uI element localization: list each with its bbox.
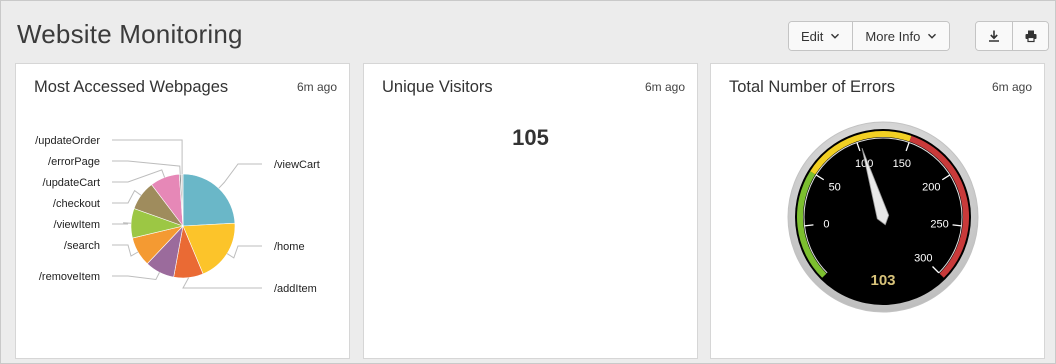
more-info-button[interactable]: More Info <box>852 22 950 50</box>
gauge-tick-label: 50 <box>829 182 841 194</box>
single-value: 105 <box>512 125 549 150</box>
panel-title: Most Accessed Webpages <box>34 78 229 96</box>
panel-timestamp: 6m ago <box>644 80 685 94</box>
pie-chart: /viewCart/home/addItem/removeItem/search… <box>35 135 320 295</box>
panel-most-accessed-webpages: Most Accessed Webpages 6m ago /viewCart /… <box>15 63 350 359</box>
pie-label: /addItem <box>274 283 317 295</box>
panel-unique-visitors: Unique Visitors 6m ago 105 <box>363 63 698 359</box>
pie-label: /viewItem <box>54 219 100 231</box>
pie-leader-line <box>112 272 160 281</box>
pie-label: /checkout <box>53 198 100 210</box>
pie-label: /home <box>274 241 305 253</box>
print-icon <box>1025 30 1036 43</box>
download-icon <box>989 30 999 42</box>
pie-label: /errorPage <box>48 156 100 168</box>
gauge-tick-label: 0 <box>823 218 829 230</box>
chevron-down-icon <box>928 33 937 39</box>
pie-slice[interactable] <box>182 173 236 227</box>
pie-leader-line <box>182 277 262 289</box>
gauge-tick-label: 150 <box>893 158 911 170</box>
more-info-label: More Info <box>865 28 921 44</box>
export-group <box>975 21 1049 51</box>
gauge-tick-label: 200 <box>922 182 940 194</box>
panel-total-errors: Total Number of Errors 6m ago 0 50 100 150 2… <box>710 63 1045 359</box>
pie-label: /updateCart <box>43 177 100 189</box>
page-title: Website Monitoring <box>17 19 243 49</box>
pie-leader-line <box>112 189 142 204</box>
pie-leader-line <box>112 139 183 174</box>
gauge-tick-label: 250 <box>930 218 948 230</box>
gauge-tick-label: 300 <box>914 252 932 264</box>
pie-leader-line <box>112 160 181 175</box>
panel-timestamp: 6m ago <box>991 80 1032 94</box>
edit-more-group: Edit More Info <box>788 21 951 51</box>
pie-leader-line <box>112 244 139 257</box>
pie-label: /viewCart <box>274 159 320 171</box>
edit-label: Edit <box>801 28 824 44</box>
panel-timestamp: 6m ago <box>296 80 337 94</box>
print-button[interactable] <box>1012 22 1048 50</box>
pie-label: /removeItem <box>39 271 100 283</box>
pie-leader-line <box>112 222 132 225</box>
pie-leader-line <box>218 163 262 189</box>
download-button[interactable] <box>976 22 1012 50</box>
pie-label: /updateOrder <box>35 135 100 147</box>
pie-leader-line <box>112 169 166 183</box>
pie-leader-line <box>226 245 262 259</box>
dashboard: Website Monitoring Edit More Info Most A… <box>0 0 1056 364</box>
panel-title: Unique Visitors <box>382 78 493 96</box>
edit-button[interactable]: Edit <box>789 22 853 50</box>
panel-title: Total Number of Errors <box>729 78 895 96</box>
radial-gauge: 050100 150200250300103 <box>787 121 979 313</box>
pie-label: /search <box>64 240 100 252</box>
gauge-value: 103 <box>870 272 895 289</box>
chevron-down-icon <box>831 33 840 39</box>
